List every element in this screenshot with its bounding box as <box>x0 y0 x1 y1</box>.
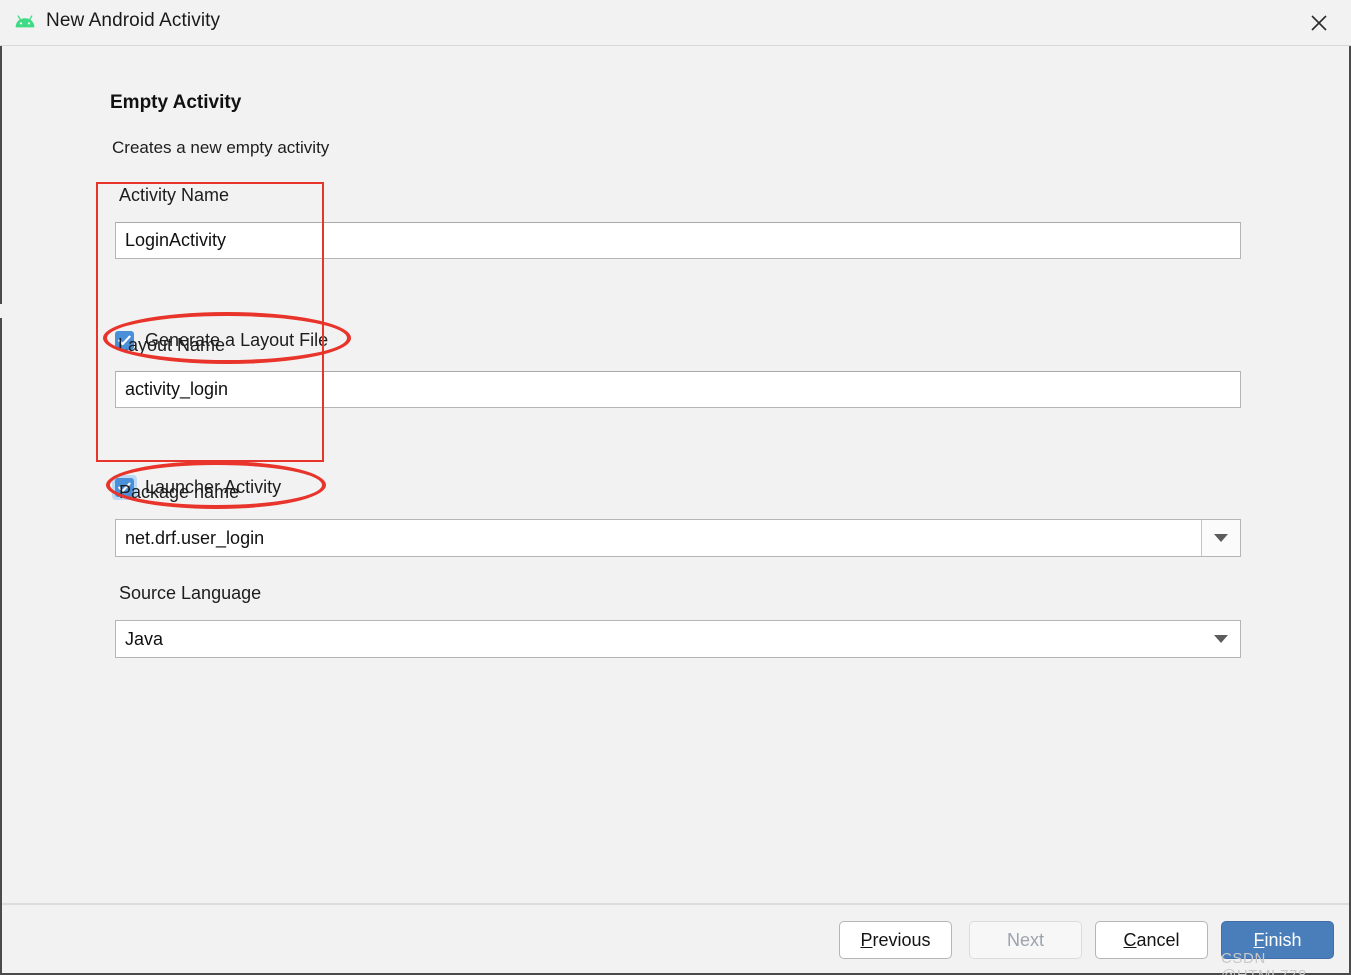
activity-name-label: Activity Name <box>119 185 230 205</box>
cancel-button[interactable]: Cancel <box>1095 921 1208 959</box>
package-name-dropdown-button[interactable] <box>1201 520 1240 556</box>
layout-name-input[interactable] <box>115 371 1241 408</box>
dialog-title: New Android Activity <box>46 10 221 31</box>
close-icon <box>1309 13 1329 33</box>
chevron-down-icon <box>1214 534 1228 542</box>
next-button[interactable]: Next <box>969 921 1082 959</box>
new-android-activity-dialog: New Android Activity Empty Activity Crea… <box>0 0 1351 975</box>
source-language-value: Java <box>125 628 164 649</box>
layout-name-label: Layout Name <box>118 335 226 355</box>
package-name-label: Package name <box>119 482 240 502</box>
previous-button[interactable]: Previous <box>839 921 952 959</box>
finish-button-mnemonic: F <box>1253 929 1265 950</box>
previous-button-label: revious <box>872 929 931 950</box>
close-button[interactable] <box>1287 0 1351 45</box>
package-name-value: net.drf.user_login <box>125 527 265 548</box>
chevron-down-icon <box>1214 635 1228 643</box>
finish-button-label: inish <box>1264 929 1302 950</box>
activity-name-input[interactable] <box>115 222 1241 259</box>
previous-button-mnemonic: P <box>860 929 873 950</box>
cancel-button-mnemonic: C <box>1123 929 1137 950</box>
dialog-footer: Previous Next Cancel Finish <box>2 905 1349 971</box>
source-language-label: Source Language <box>119 583 262 603</box>
dialog-body: Empty Activity Creates a new empty activ… <box>0 46 1351 975</box>
android-robot-icon <box>14 13 36 33</box>
package-name-combobox[interactable]: net.drf.user_login <box>115 519 1241 557</box>
source-language-combobox[interactable]: Java <box>115 620 1241 658</box>
page-title: Empty Activity <box>110 92 242 113</box>
source-language-dropdown-button[interactable] <box>1202 621 1240 657</box>
dialog-titlebar: New Android Activity <box>0 0 1351 46</box>
page-subtitle: Creates a new empty activity <box>112 138 330 157</box>
finish-button[interactable]: Finish <box>1221 921 1334 959</box>
next-button-label: Next <box>1006 929 1044 950</box>
dialog-content: Empty Activity Creates a new empty activ… <box>2 46 1349 959</box>
cancel-button-label: ancel <box>1136 929 1180 950</box>
